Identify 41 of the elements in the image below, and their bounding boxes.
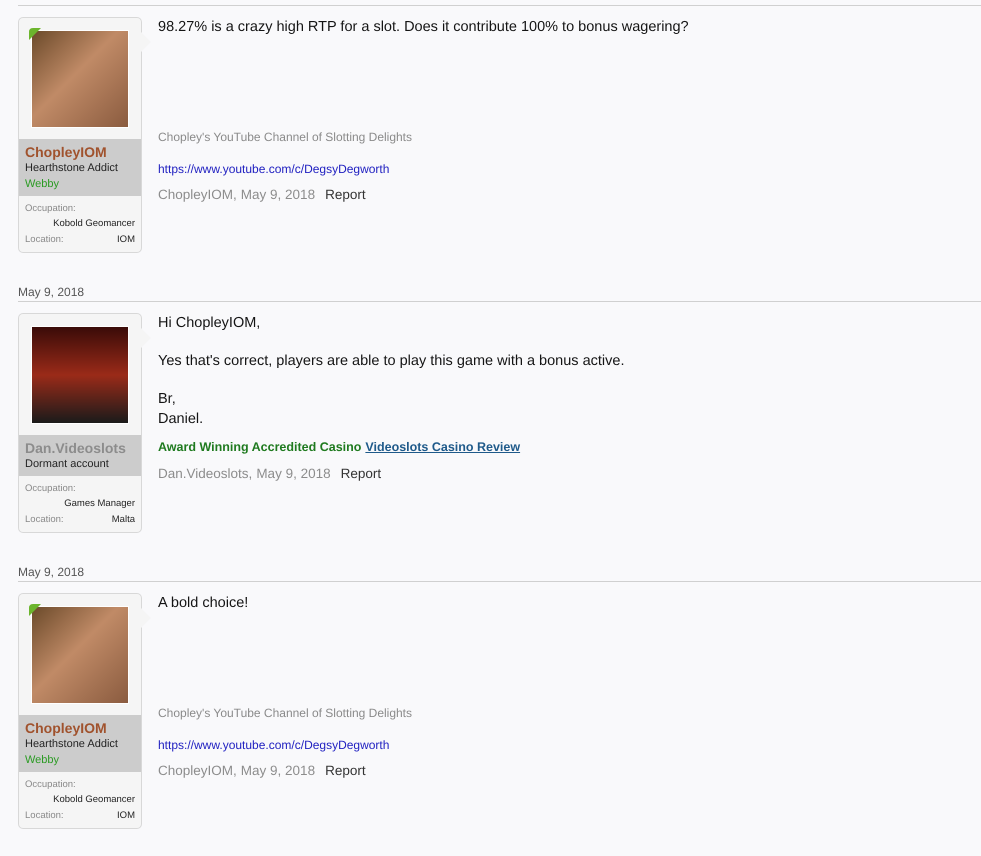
report-link[interactable]: Report	[325, 186, 366, 204]
signature-link[interactable]: https://www.youtube.com/c/DegsyDegworth	[158, 161, 390, 177]
signature-text: Chopley's YouTube Channel of Slotting Delights	[158, 129, 414, 145]
user-title: Hearthstone Addict	[25, 161, 119, 176]
field-label: Occupation:	[25, 778, 76, 792]
field-value: Kobold Geomancer	[53, 793, 135, 807]
user-title: Hearthstone Addict	[25, 737, 119, 752]
signature-text: Award Winning Accredited Casino	[158, 439, 362, 456]
message-text: Hi ChopleyIOM,	[158, 314, 262, 333]
post-date: May 9, 2018	[18, 565, 84, 581]
avatar-photo-placeholder[interactable]	[31, 30, 129, 128]
field-value: Kobold Geomancer	[53, 217, 135, 231]
message-text: A bold choice!	[158, 594, 250, 613]
message-text: Yes that's correct, players are able to play this game with a bonus active.	[158, 352, 626, 371]
avatar-photo-placeholder[interactable]	[31, 326, 129, 424]
post-date: May 9, 2018	[240, 762, 316, 780]
username-link[interactable]: ChopleyIOM	[25, 720, 135, 737]
field-value: Games Manager	[64, 497, 135, 511]
message-text: Br, Daniel.	[158, 390, 204, 429]
user-rank-label: Webby	[25, 177, 60, 192]
signature-text: Chopley's YouTube Channel of Slotting Delights	[158, 705, 414, 721]
field-label: Location:	[25, 233, 64, 247]
field-label: Occupation:	[25, 482, 76, 496]
field-label: Location:	[25, 809, 64, 823]
signature-link[interactable]: https://www.youtube.com/c/DegsyDegworth	[158, 737, 390, 753]
post-date: May 9, 2018	[240, 186, 316, 204]
message-text: 98.27% is a crazy high RTP for a slot. Does it contribute 100% to bonus wagering?	[158, 18, 690, 37]
field-value: Malta	[112, 513, 135, 527]
field-value: IOM	[117, 233, 135, 247]
field-value: IOM	[117, 809, 135, 823]
username-link[interactable]: ChopleyIOM	[25, 144, 135, 161]
post-date: May 9, 2018	[256, 465, 331, 483]
user-rank-label: Webby	[25, 753, 60, 768]
user-title: Dormant account	[25, 457, 110, 472]
report-link[interactable]: Report	[340, 465, 382, 483]
report-link[interactable]: Report	[325, 762, 366, 780]
avatar-photo-placeholder[interactable]	[31, 606, 129, 704]
signature-link[interactable]: Videoslots Casino Review	[365, 439, 520, 456]
field-label: Occupation:	[25, 202, 76, 216]
post-date: May 9, 2018	[18, 285, 84, 301]
field-label: Location:	[25, 513, 64, 527]
